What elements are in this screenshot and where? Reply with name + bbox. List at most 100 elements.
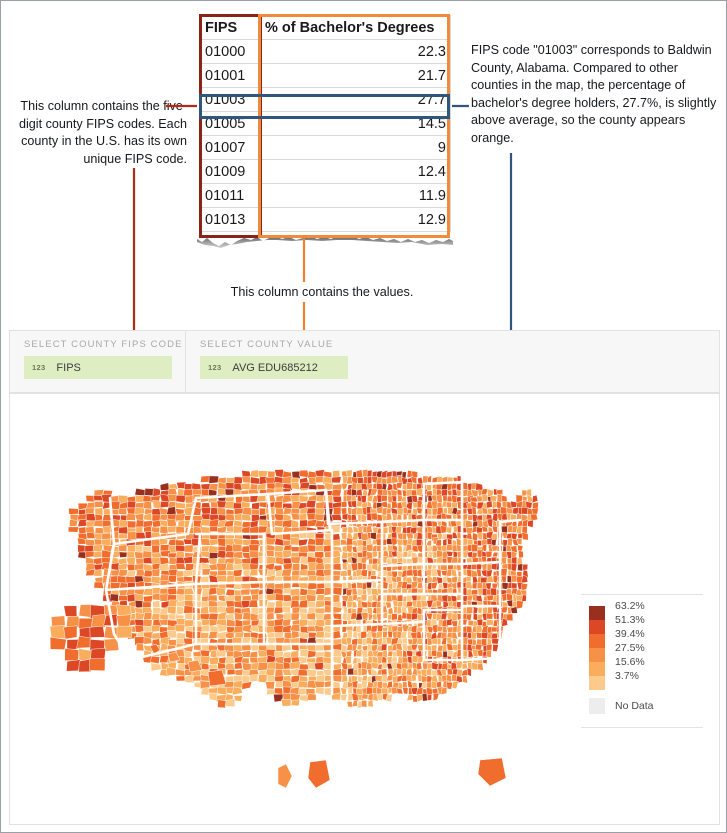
county-polygon[interactable] xyxy=(201,568,212,576)
county-polygon[interactable] xyxy=(290,482,301,491)
county-polygon[interactable] xyxy=(241,513,252,522)
county-polygon[interactable] xyxy=(391,501,399,509)
county-polygon[interactable] xyxy=(126,520,137,529)
cell-value[interactable]: 9 xyxy=(260,135,451,160)
county-polygon[interactable] xyxy=(381,682,388,689)
county-polygon[interactable] xyxy=(135,643,145,652)
cell-fips[interactable]: 01011 xyxy=(200,183,261,208)
county-polygon[interactable] xyxy=(127,500,137,509)
county-polygon[interactable] xyxy=(151,568,161,577)
county-polygon[interactable] xyxy=(380,687,389,694)
county-polygon[interactable] xyxy=(299,694,309,702)
county-polygon[interactable] xyxy=(391,537,398,546)
county-polygon[interactable] xyxy=(431,662,439,671)
county-polygon[interactable] xyxy=(143,619,153,628)
county-polygon[interactable] xyxy=(273,519,285,528)
county-polygon[interactable] xyxy=(518,550,524,559)
county-polygon[interactable] xyxy=(251,514,261,522)
cell-value[interactable]: 11.9 xyxy=(260,183,451,208)
county-polygon[interactable] xyxy=(346,600,353,608)
county-polygon[interactable] xyxy=(355,469,364,478)
county-polygon[interactable] xyxy=(184,612,193,620)
county-polygon[interactable] xyxy=(168,488,178,496)
county-polygon[interactable] xyxy=(290,612,300,621)
county-polygon[interactable] xyxy=(233,575,244,583)
county-polygon[interactable] xyxy=(341,526,349,533)
county-polygon[interactable] xyxy=(216,574,228,583)
county-polygon[interactable] xyxy=(462,675,468,684)
county-polygon[interactable] xyxy=(451,681,459,690)
county-polygon[interactable] xyxy=(225,482,236,489)
county-polygon[interactable] xyxy=(441,643,447,652)
county-polygon[interactable] xyxy=(450,569,458,578)
county-polygon[interactable] xyxy=(151,544,160,554)
county-polygon[interactable] xyxy=(437,638,442,645)
county-polygon[interactable] xyxy=(368,613,374,622)
county-polygon[interactable] xyxy=(267,470,276,479)
county-polygon[interactable] xyxy=(250,476,260,485)
county-polygon[interactable] xyxy=(159,482,170,491)
county-polygon[interactable] xyxy=(242,507,253,516)
county-polygon[interactable] xyxy=(367,699,374,708)
county-polygon[interactable] xyxy=(507,537,513,547)
county-polygon[interactable] xyxy=(365,636,373,645)
county-polygon[interactable] xyxy=(299,469,310,478)
county-polygon[interactable] xyxy=(174,624,186,632)
county-polygon[interactable] xyxy=(333,506,342,515)
county-polygon[interactable] xyxy=(208,475,220,484)
county-polygon[interactable] xyxy=(340,531,348,541)
county-polygon[interactable] xyxy=(152,607,162,614)
county-polygon[interactable] xyxy=(314,680,325,688)
county-polygon[interactable] xyxy=(345,655,352,664)
county-polygon[interactable] xyxy=(481,526,488,533)
county-polygon[interactable] xyxy=(175,675,186,682)
county-polygon[interactable] xyxy=(416,507,423,515)
county-polygon[interactable] xyxy=(415,488,423,498)
county-polygon[interactable] xyxy=(371,594,378,602)
county-polygon[interactable] xyxy=(224,656,235,664)
county-polygon[interactable] xyxy=(176,600,186,608)
county-polygon[interactable] xyxy=(475,482,484,491)
county-polygon[interactable] xyxy=(85,495,95,503)
county-polygon[interactable] xyxy=(200,518,211,527)
county-polygon[interactable] xyxy=(516,600,524,610)
county-polygon[interactable] xyxy=(361,563,367,572)
county-polygon[interactable] xyxy=(265,681,275,690)
county-polygon[interactable] xyxy=(63,625,78,640)
county-polygon[interactable] xyxy=(505,613,514,622)
county-polygon[interactable] xyxy=(175,668,186,677)
county-polygon[interactable] xyxy=(241,476,252,484)
county-polygon[interactable] xyxy=(411,674,417,682)
county-polygon[interactable] xyxy=(403,513,408,521)
county-polygon[interactable] xyxy=(470,631,477,640)
county-polygon[interactable] xyxy=(452,637,458,645)
county-polygon[interactable] xyxy=(515,525,523,534)
county-polygon[interactable] xyxy=(340,500,348,508)
county-polygon[interactable] xyxy=(492,644,499,652)
county-polygon[interactable] xyxy=(151,520,162,528)
county-polygon[interactable] xyxy=(94,500,104,508)
county-polygon[interactable] xyxy=(481,494,489,503)
county-polygon[interactable] xyxy=(151,514,161,522)
county-polygon[interactable] xyxy=(371,581,377,589)
county-polygon[interactable] xyxy=(477,663,484,671)
county-polygon[interactable] xyxy=(531,507,539,515)
county-polygon[interactable] xyxy=(402,687,409,695)
county-polygon[interactable] xyxy=(432,692,440,702)
county-polygon[interactable] xyxy=(241,545,251,553)
county-polygon[interactable] xyxy=(184,544,194,553)
county-polygon[interactable] xyxy=(440,489,448,497)
county-polygon[interactable] xyxy=(159,544,170,552)
county-polygon[interactable] xyxy=(314,686,325,695)
county-polygon[interactable] xyxy=(183,488,194,497)
county-polygon[interactable] xyxy=(289,661,301,670)
county-polygon[interactable] xyxy=(135,612,145,620)
county-polygon[interactable] xyxy=(500,606,508,614)
county-polygon[interactable] xyxy=(208,605,219,614)
county-polygon[interactable] xyxy=(125,513,136,521)
county-polygon[interactable] xyxy=(199,637,209,644)
county-polygon[interactable] xyxy=(273,526,284,534)
county-polygon[interactable] xyxy=(387,630,393,639)
county-polygon[interactable] xyxy=(467,514,474,521)
county-polygon[interactable] xyxy=(314,520,325,528)
